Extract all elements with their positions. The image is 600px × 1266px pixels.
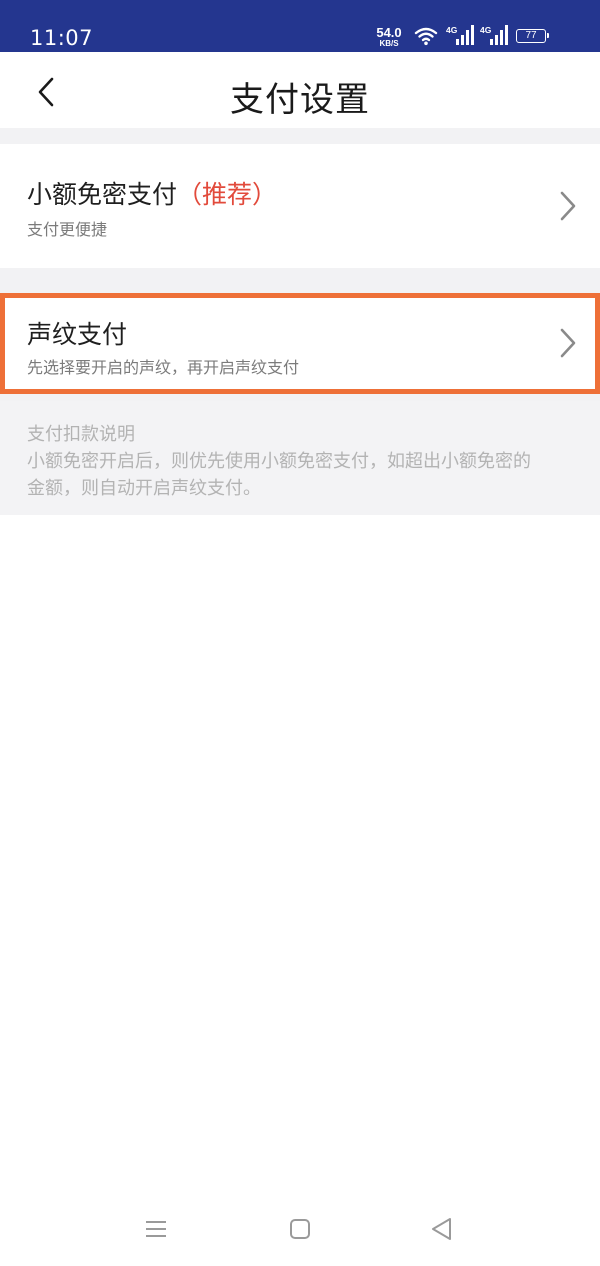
home-square-icon[interactable] [285,1214,315,1244]
note-heading: 支付扣款说明 [27,424,135,445]
battery-icon: 77 [516,29,549,43]
voiceprint-payment-title: 声纹支付 [27,320,128,349]
note-line: 金额，则自动开启声纹支付。 [27,478,261,499]
voiceprint-payment-item[interactable]: 声纹支付 先选择要开启的声纹，再开启声纹支付 [0,293,600,394]
page-title: 支付设置 [230,80,370,120]
cellular-signal-icon: 4G [446,25,474,45]
status-time: 11:07 [30,26,94,50]
payment-deduction-note: 支付扣款说明 小额免密开启后，则优先使用小额免密支付，如超出小额免密的 金额，则… [0,401,600,515]
section-divider [0,394,600,401]
cellular-signal-icon: 4G [480,25,508,45]
app-header: 支付设置 [0,52,600,128]
small-amount-payment-title: 小额免密支付（推荐） [27,175,277,211]
wifi-icon [414,27,438,46]
network-speed-value: 54.0 [376,25,402,40]
signal-label: 4G [480,25,492,35]
section-divider [0,268,600,293]
section-divider [0,128,600,144]
menu-icon[interactable] [141,1214,171,1244]
system-nav-bar [0,1196,600,1266]
chevron-right-icon [560,328,576,358]
voiceprint-payment-subtitle: 先选择要开启的声纹，再开启声纹支付 [27,358,300,377]
chevron-right-icon [560,191,576,221]
small-amount-payment-label: 小额免密支付 [27,180,178,209]
small-amount-payment-subtitle: 支付更便捷 [27,220,108,239]
status-bar: 11:07 54.0 KB/S 4G 4G 77 [0,0,600,52]
recommend-badge: （推荐） [177,180,278,209]
signal-label: 4G [446,25,458,35]
network-speed: 54.0 KB/S [374,26,404,48]
network-speed-unit: KB/S [379,39,399,48]
back-triangle-icon[interactable] [427,1214,457,1244]
note-line: 小额免密开启后，则优先使用小额免密支付，如超出小额免密的 [27,451,531,472]
small-amount-payment-item[interactable]: 小额免密支付（推荐） 支付更便捷 [0,144,600,268]
